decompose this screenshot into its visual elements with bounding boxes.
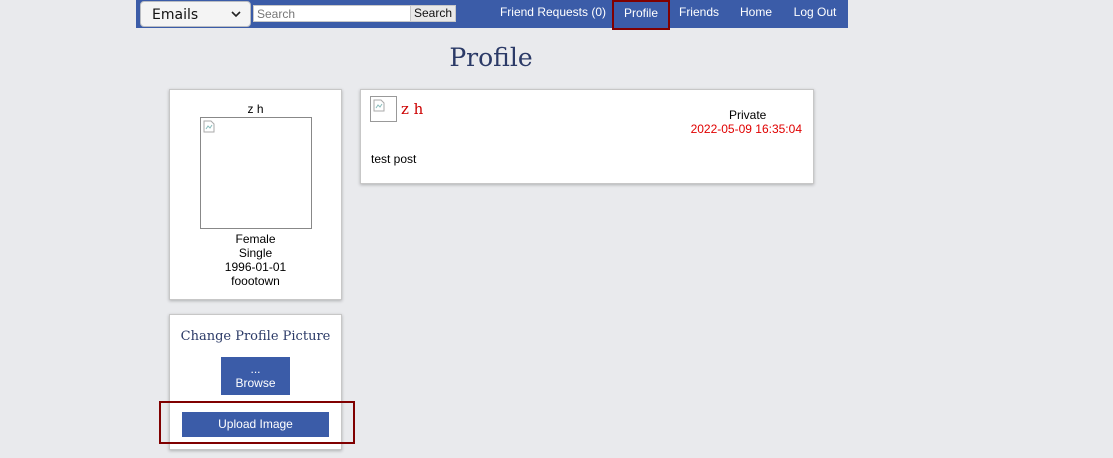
post-timestamp: 2022-05-09 16:35:04 [690,122,802,136]
nav-friend-requests[interactable]: Friend Requests (0) [490,0,616,28]
change-picture-title: Change Profile Picture [180,329,331,344]
search-button[interactable]: Search [410,5,456,22]
nav-log-out[interactable]: Log Out [787,0,843,28]
chevron-down-icon [231,11,241,18]
search-input[interactable] [253,5,411,22]
search-category-select[interactable]: Emails [140,1,251,27]
profile-birthdate: 1996-01-01 [224,260,287,274]
post-text: test post [371,152,417,166]
broken-image-icon [203,120,215,133]
browse-button[interactable]: ... Browse [221,357,290,395]
nav-profile[interactable]: Profile [612,0,670,30]
nav-friends[interactable]: Friends [671,0,727,28]
broken-image-icon [373,99,385,112]
post-privacy: Private [729,108,767,122]
post-card: z h Private 2022-05-09 16:35:04 test pos… [360,89,814,184]
nav-home[interactable]: Home [732,0,780,28]
top-navbar: Emails Search Friend Requests (0) Profil… [136,0,848,30]
profile-hometown: foootown [231,274,280,288]
profile-name: z h [247,102,264,116]
post-author-name[interactable]: z h [401,100,423,118]
upload-image-button[interactable]: Upload Image [182,412,329,437]
browse-label: Browse [235,376,276,390]
browse-dots: ... [250,362,261,376]
select-value: Emails [152,7,199,23]
profile-gender: Female [235,232,276,246]
post-author-avatar[interactable] [370,96,397,122]
profile-card: z h Female Single 1996-01-01 foootown [169,89,342,300]
page-title: Profile [449,43,533,72]
profile-picture [200,117,312,229]
profile-relationship-status: Single [238,246,273,260]
